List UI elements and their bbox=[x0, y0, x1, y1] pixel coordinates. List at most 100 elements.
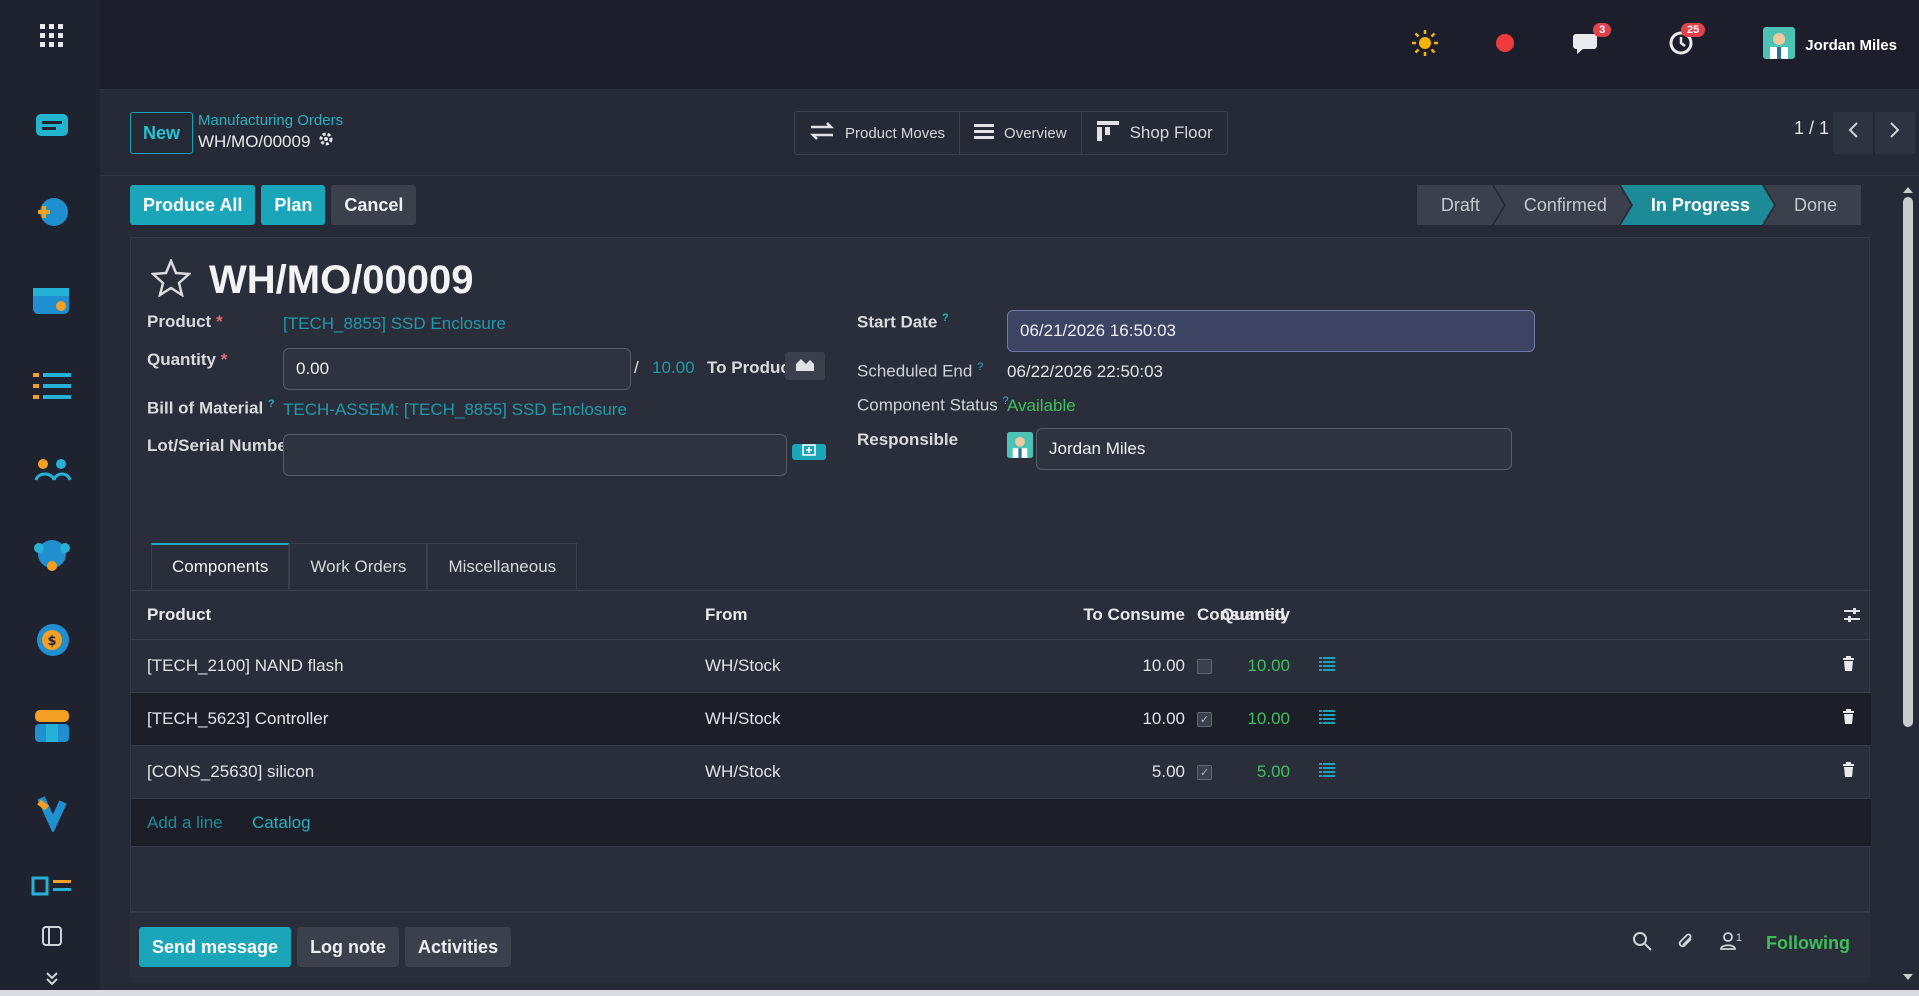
stage-in-progress[interactable]: In Progress bbox=[1621, 185, 1774, 225]
trash-icon[interactable] bbox=[1842, 709, 1855, 729]
col-product[interactable]: Product bbox=[147, 605, 211, 625]
responsible-label: Responsible bbox=[857, 430, 959, 449]
lot-input[interactable] bbox=[283, 434, 787, 476]
followers-count: 1 bbox=[1735, 932, 1743, 944]
title-row: WH/MO/00009 bbox=[149, 257, 474, 303]
pager-value[interactable]: 1 / 1 bbox=[1794, 118, 1829, 139]
start-date-label: Start Date ? bbox=[857, 312, 949, 332]
following-button[interactable]: Following bbox=[1766, 933, 1850, 954]
tab-work-orders[interactable]: Work Orders bbox=[289, 543, 428, 589]
table-row[interactable]: [TECH_2100] NAND flash WH/Stock 10.00 10… bbox=[131, 640, 1871, 693]
responsible-avatar bbox=[1007, 432, 1033, 463]
tab-components[interactable]: Components bbox=[151, 543, 290, 589]
table-row[interactable]: [TECH_5623] Controller WH/Stock 10.00 10… bbox=[131, 693, 1871, 746]
list-app-icon[interactable] bbox=[30, 364, 74, 408]
user-icon bbox=[1719, 932, 1736, 955]
col-to-consume[interactable]: To Consume bbox=[1083, 605, 1185, 625]
shop-floor-button[interactable]: Shop Floor bbox=[1082, 112, 1227, 154]
breadcrumb-parent[interactable]: Manufacturing Orders bbox=[198, 112, 343, 129]
new-button[interactable]: New bbox=[130, 112, 193, 154]
tab-miscellaneous[interactable]: Miscellaneous bbox=[427, 543, 578, 589]
accounting-app-icon[interactable]: $ bbox=[30, 618, 74, 662]
activities-button[interactable]: Activities bbox=[405, 927, 512, 967]
stage-draft[interactable]: Draft bbox=[1417, 185, 1504, 225]
contacts-app-icon[interactable] bbox=[30, 448, 74, 492]
breadcrumb-current-label: WH/MO/00009 bbox=[198, 131, 311, 151]
star-icon[interactable] bbox=[149, 257, 193, 302]
inventory-app-icon[interactable] bbox=[30, 704, 74, 748]
row-to-consume: 10.00 bbox=[1142, 656, 1185, 675]
calendar-app-icon[interactable] bbox=[30, 190, 74, 234]
column-settings-icon[interactable] bbox=[1843, 606, 1861, 629]
detailed-operations-icon[interactable] bbox=[1319, 762, 1335, 782]
row-to-consume: 10.00 bbox=[1142, 709, 1185, 728]
discuss-app-icon[interactable] bbox=[30, 104, 74, 148]
quantity-input[interactable]: 0.00 bbox=[283, 348, 631, 390]
top-navbar: 3 25 Jordan Miles bbox=[100, 0, 1919, 90]
sidebar-toggle-icon[interactable] bbox=[30, 914, 74, 958]
generate-lot-button[interactable] bbox=[792, 444, 826, 460]
paperclip-icon[interactable] bbox=[1676, 931, 1696, 956]
reporting-app-icon[interactable] bbox=[30, 864, 74, 908]
vertical-scrollbar[interactable] bbox=[1897, 177, 1919, 990]
activities-button[interactable]: 25 bbox=[1669, 22, 1706, 60]
table-header: Product From To Consume Quantity Consume… bbox=[131, 590, 1871, 640]
theme-toggle-icon[interactable] bbox=[1411, 29, 1439, 62]
arrows-exchange-icon bbox=[809, 122, 835, 144]
row-quantity[interactable]: 5.00 bbox=[1257, 762, 1290, 782]
plan-button[interactable]: Plan bbox=[261, 185, 326, 225]
catalog-link[interactable]: Catalog bbox=[252, 813, 311, 833]
pager-next-button[interactable] bbox=[1875, 112, 1915, 154]
detailed-operations-icon[interactable] bbox=[1319, 709, 1335, 729]
consumed-checkbox[interactable]: ✓ bbox=[1197, 711, 1212, 727]
row-quantity[interactable]: 10.00 bbox=[1247, 709, 1290, 729]
form-sheet: WH/MO/00009 Product * [TECH_8855] SSD En… bbox=[130, 237, 1871, 912]
scheduled-end-label: Scheduled End ? bbox=[857, 361, 984, 381]
app-grid-icon[interactable] bbox=[30, 14, 74, 58]
responsible-input[interactable]: Jordan Miles bbox=[1036, 428, 1512, 470]
team-app-icon[interactable] bbox=[30, 532, 74, 576]
cancel-button[interactable]: Cancel bbox=[331, 185, 417, 225]
detailed-operations-icon[interactable] bbox=[1319, 656, 1335, 676]
product-value[interactable]: [TECH_8855] SSD Enclosure bbox=[283, 314, 506, 334]
send-message-button[interactable]: Send message bbox=[139, 927, 292, 967]
pager-previous-button[interactable] bbox=[1833, 112, 1873, 154]
product-moves-button[interactable]: Product Moves bbox=[795, 112, 961, 154]
overview-button[interactable]: Overview bbox=[960, 112, 1082, 154]
followers-button[interactable]: 1 bbox=[1719, 932, 1743, 955]
recording-dot-icon[interactable] bbox=[1495, 33, 1515, 58]
log-note-button[interactable]: Log note bbox=[297, 927, 400, 967]
product-moves-label: Product Moves bbox=[845, 124, 946, 142]
wallet-app-icon[interactable] bbox=[30, 278, 74, 322]
row-quantity[interactable]: 10.00 bbox=[1247, 656, 1290, 676]
stage-confirmed[interactable]: Confirmed bbox=[1494, 185, 1631, 225]
consumed-checkbox[interactable]: ✓ bbox=[1197, 764, 1212, 780]
manufacturing-app-icon[interactable] bbox=[30, 790, 74, 834]
notebook-tabs: Components Work Orders Miscellaneous bbox=[151, 543, 578, 589]
row-from: WH/Stock bbox=[705, 709, 781, 728]
control-panel: New Manufacturing Orders WH/MO/00009 Pro… bbox=[100, 90, 1919, 176]
add-line-link[interactable]: Add a line bbox=[147, 813, 223, 833]
trash-icon[interactable] bbox=[1842, 762, 1855, 782]
row-from: WH/Stock bbox=[705, 762, 781, 781]
stage-done[interactable]: Done bbox=[1763, 185, 1861, 225]
messages-button[interactable]: 3 bbox=[1573, 22, 1612, 60]
gear-icon[interactable] bbox=[318, 131, 334, 152]
chevron-left-icon bbox=[1847, 121, 1859, 145]
consumed-checkbox[interactable] bbox=[1197, 658, 1212, 674]
trash-icon[interactable] bbox=[1842, 656, 1855, 676]
col-from[interactable]: From bbox=[705, 605, 748, 625]
scroll-down-icon[interactable] bbox=[1902, 968, 1914, 986]
overview-label: Overview bbox=[1004, 124, 1067, 142]
produce-all-button[interactable]: Produce All bbox=[130, 185, 256, 225]
start-date-input[interactable]: 06/21/2026 16:50:03 bbox=[1007, 310, 1535, 352]
chatter-bar: Send message Log note Activities 1 Follo… bbox=[130, 912, 1870, 982]
search-icon[interactable] bbox=[1632, 931, 1652, 956]
table-row[interactable]: [CONS_25630] silicon WH/Stock 5.00 5.00 … bbox=[131, 746, 1871, 799]
scrollbar-thumb[interactable] bbox=[1903, 197, 1913, 727]
scheduled-end-value[interactable]: 06/22/2026 22:50:03 bbox=[1007, 362, 1163, 382]
forecast-report-button[interactable] bbox=[785, 352, 825, 380]
col-consumed[interactable]: Consumed bbox=[1197, 605, 1285, 625]
bom-value[interactable]: TECH-ASSEM: [TECH_8855] SSD Enclosure bbox=[283, 400, 627, 420]
user-menu[interactable]: Jordan Miles bbox=[1763, 26, 1897, 64]
